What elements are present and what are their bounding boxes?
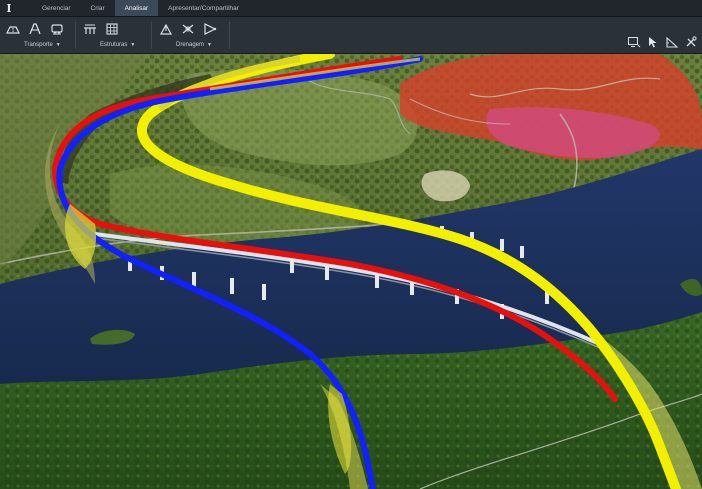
ribbon-group-estruturas-label[interactable]: Estruturas ▼ bbox=[100, 42, 135, 48]
pipe-icon[interactable] bbox=[180, 21, 196, 37]
tools-icon[interactable] bbox=[683, 35, 698, 49]
ribbon-group-drenagem: Drenagem ▼ bbox=[158, 17, 228, 53]
app-logo[interactable]: I bbox=[0, 0, 18, 16]
tab-gerenciar[interactable]: Gerenciar bbox=[32, 0, 81, 16]
chevron-down-icon: ▼ bbox=[207, 42, 212, 48]
top-menu-bar: I Gerenciar Criar Analisar Apresentar/Co… bbox=[0, 0, 702, 17]
3d-viewport[interactable] bbox=[0, 54, 702, 489]
select-cursor-icon[interactable] bbox=[645, 35, 660, 49]
view-tools bbox=[626, 35, 698, 49]
measure-icon[interactable] bbox=[664, 35, 679, 49]
tab-criar[interactable]: Criar bbox=[81, 0, 115, 16]
terrain-scene[interactable] bbox=[0, 54, 702, 489]
screen-settings-icon[interactable] bbox=[626, 35, 641, 49]
bridge-structure-icon[interactable] bbox=[82, 21, 98, 37]
chevron-down-icon: ▼ bbox=[130, 42, 136, 48]
ribbon-group-transporte-label[interactable]: Transporte ▼ bbox=[24, 42, 61, 48]
ribbon-divider bbox=[151, 21, 152, 49]
grid-structure-icon[interactable] bbox=[104, 21, 120, 37]
ribbon-group-transporte: Transporte ▼ bbox=[5, 17, 73, 53]
drainage-network-icon[interactable] bbox=[158, 21, 174, 37]
ribbon-divider bbox=[229, 21, 230, 49]
ribbon-group-drenagem-label[interactable]: Drenagem ▼ bbox=[176, 42, 212, 48]
tab-analisar[interactable]: Analisar bbox=[114, 0, 159, 16]
ribbon-divider bbox=[75, 21, 76, 49]
road-icon[interactable] bbox=[5, 21, 21, 37]
bridge-road-icon[interactable] bbox=[27, 21, 43, 37]
ribbon-toolbar: Transporte ▼ Estruturas ▼ Drenagem ▼ bbox=[0, 17, 702, 54]
tab-apresentar-compartilhar[interactable]: Apresentar/Compartilhar bbox=[158, 0, 249, 16]
chevron-down-icon: ▼ bbox=[55, 42, 61, 48]
ribbon-group-estruturas: Estruturas ▼ bbox=[82, 17, 152, 53]
railway-icon[interactable] bbox=[49, 21, 65, 37]
watershed-icon[interactable] bbox=[202, 21, 218, 37]
